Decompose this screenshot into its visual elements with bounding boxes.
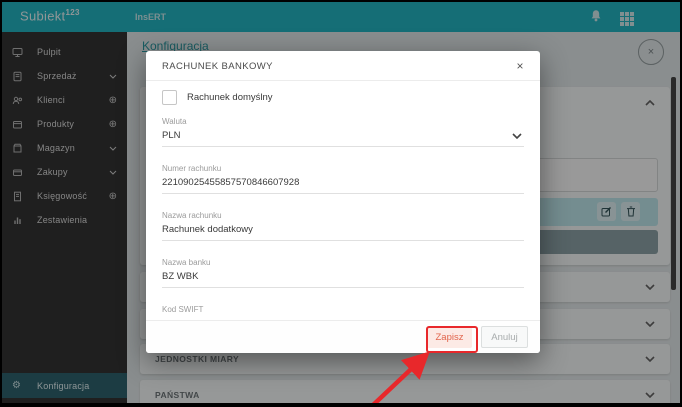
field-label: Waluta [162, 117, 187, 126]
app-window: Subiekt123 InsERT Pulpit Sprzedaż Klienc… [0, 0, 682, 407]
dialog-header: RACHUNEK BANKOWY × [146, 51, 540, 81]
default-account-checkbox[interactable] [162, 90, 177, 105]
dialog-footer: Zapisz Anuluj [146, 320, 540, 353]
cancel-button[interactable]: Anuluj [481, 326, 528, 348]
dialog-body: Rachunek domyślny Waluta Numer rachunku … [146, 81, 540, 335]
field-nazwa-banku: Nazwa banku [162, 258, 524, 288]
chevron-down-icon[interactable] [512, 133, 522, 139]
dialog-title: RACHUNEK BANKOWY [162, 61, 273, 72]
field-label: Numer rachunku [162, 164, 222, 173]
field-label: Nazwa rachunku [162, 211, 222, 220]
close-icon: × [516, 59, 524, 73]
field-nazwa-rachunku: Nazwa rachunku [162, 211, 524, 241]
save-button[interactable]: Zapisz [427, 326, 472, 348]
bank-name-input[interactable] [162, 269, 524, 288]
bank-account-dialog: RACHUNEK BANKOWY × Rachunek domyślny Wal… [146, 51, 540, 353]
dialog-close-button[interactable]: × [510, 56, 530, 76]
field-numer-rachunku: Numer rachunku [162, 164, 524, 194]
currency-select[interactable] [162, 128, 524, 147]
account-name-input[interactable] [162, 222, 524, 241]
account-number-input[interactable] [162, 175, 524, 194]
field-label: Nazwa banku [162, 258, 211, 267]
field-label: Kod SWIFT [162, 305, 204, 314]
checkbox-label: Rachunek domyślny [187, 92, 273, 103]
field-waluta: Waluta [162, 117, 524, 147]
